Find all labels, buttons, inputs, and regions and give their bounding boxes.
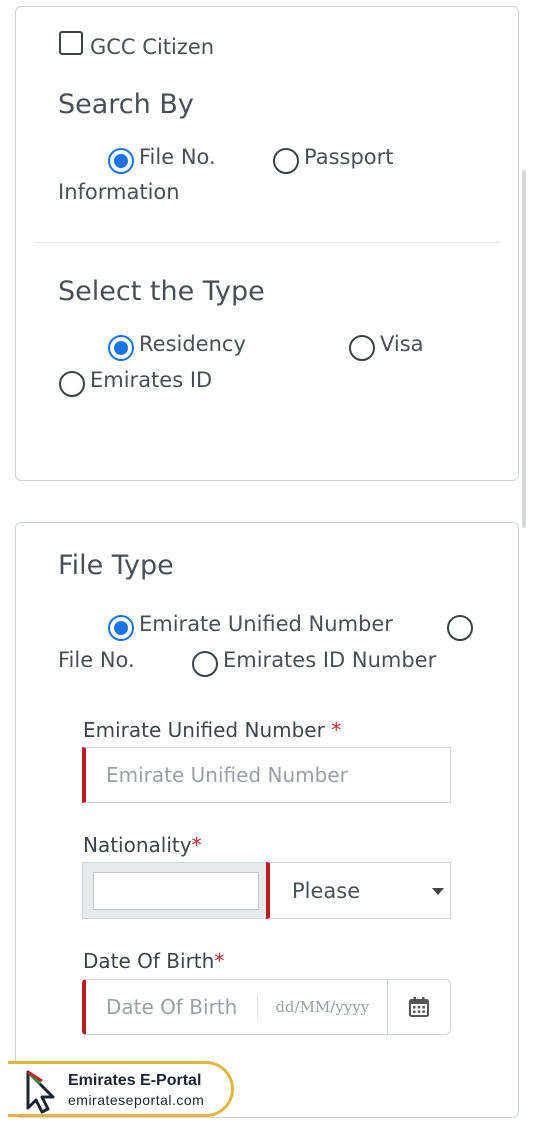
section-divider — [34, 242, 500, 243]
passport-radio[interactable] — [273, 148, 299, 174]
unified-number-placeholder: Emirate Unified Number — [106, 763, 348, 787]
passport-label: Passport — [304, 145, 394, 169]
unified-number-input[interactable]: Emirate Unified Number — [82, 747, 451, 803]
logo-title: Emirates E-Portal — [68, 1072, 202, 1089]
visa-radio[interactable] — [349, 335, 375, 361]
nationality-flag-area — [82, 862, 272, 919]
required-marker: * — [191, 833, 202, 857]
file-no-radio-2[interactable] — [447, 615, 473, 641]
nationality-code-input[interactable] — [93, 872, 259, 910]
nationality-select[interactable]: Please — [266, 862, 451, 919]
required-marker: * — [331, 718, 342, 742]
emirates-id-radio[interactable] — [59, 371, 85, 397]
gcc-citizen-checkbox[interactable] — [59, 31, 83, 55]
unified-number-radio[interactable] — [108, 615, 134, 641]
emirates-id-number-label: Emirates ID Number — [223, 648, 437, 672]
logo-url: emirateseportal.com — [68, 1092, 205, 1108]
dob-input[interactable]: Date Of Birth dd/MM/yyyy — [82, 979, 388, 1035]
dob-field-text: Date Of Birth — [83, 949, 215, 973]
search-by-heading: Search By — [58, 89, 194, 120]
dob-field-label: Date Of Birth* — [83, 949, 224, 973]
file-no-label-2: File No. — [58, 648, 135, 672]
passport-label-wrap: Information — [58, 180, 180, 204]
nationality-field-label: Nationality* — [83, 833, 202, 857]
emirates-id-number-radio[interactable] — [192, 651, 218, 677]
visa-label: Visa — [380, 332, 424, 356]
calendar-button[interactable] — [387, 979, 451, 1035]
chevron-down-icon — [432, 888, 444, 895]
unified-number-field-text: Emirate Unified Number — [83, 718, 325, 742]
cursor-logo-icon — [26, 1070, 55, 1114]
residency-label: Residency — [139, 332, 246, 356]
search-card: GCC Citizen Search By File No. Passport … — [15, 6, 519, 481]
unified-number-label: Emirate Unified Number — [139, 612, 393, 636]
residency-radio[interactable] — [108, 335, 134, 361]
select-type-heading: Select the Type — [58, 276, 265, 307]
calendar-icon — [409, 997, 429, 1017]
nationality-select-value: Please — [292, 878, 361, 903]
file-no-radio[interactable] — [108, 148, 134, 174]
input-separator — [257, 995, 259, 1019]
file-type-heading: File Type — [58, 550, 174, 581]
emirates-eportal-logo: Emirates E-Portal emirateseportal.com — [8, 1061, 234, 1117]
date-format-hint: dd/MM/yyyy — [275, 998, 370, 1016]
file-type-card: File Type Emirate Unified Number File No… — [15, 522, 519, 1118]
nationality-field-text: Nationality — [83, 833, 192, 857]
file-no-label: File No. — [139, 145, 216, 169]
emirates-id-label: Emirates ID — [90, 368, 213, 392]
gcc-citizen-label: GCC Citizen — [90, 35, 215, 59]
dob-placeholder: Date Of Birth — [106, 995, 238, 1019]
scrollbar[interactable] — [522, 170, 526, 528]
unified-number-field-label: Emirate Unified Number * — [83, 718, 341, 742]
required-marker: * — [214, 949, 225, 973]
